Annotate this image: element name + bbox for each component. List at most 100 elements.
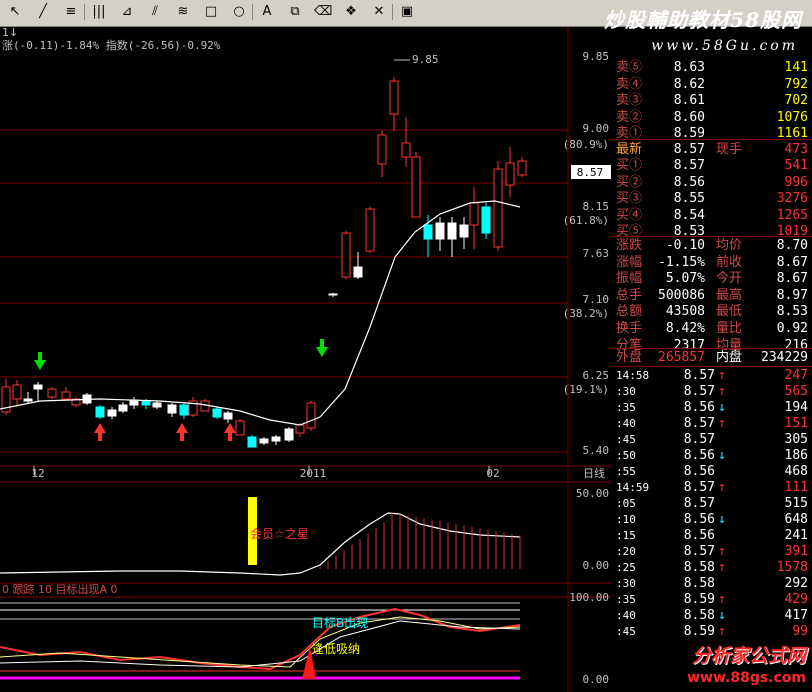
text-icon[interactable]: A — [258, 3, 276, 21]
toolbar-separator — [84, 4, 85, 20]
bid-label: 买④ — [616, 207, 643, 223]
tick-direction-icon: ↓ — [718, 608, 726, 623]
tick-time: :35 — [616, 593, 636, 606]
fan-icon[interactable]: ⊿ — [118, 3, 136, 21]
sub2-legend: 0 跟踪 10 目标出现A 0 — [2, 582, 118, 596]
stat-label: 涨幅 — [616, 254, 643, 270]
stat-label: 换手 — [616, 321, 643, 336]
price-tick-label: 9.85 — [583, 50, 610, 63]
price-tick-label: 9.00 — [583, 122, 610, 135]
tick-direction-icon: ↓ — [718, 400, 726, 415]
tick-direction-icon: ↑ — [718, 592, 726, 607]
panel-separator — [612, 366, 812, 367]
candle-body — [247, 436, 257, 448]
candle-body — [284, 428, 294, 441]
tick-time: :30 — [616, 385, 636, 398]
sub2-tick-label: 100.00 — [569, 591, 609, 604]
tick-row: :25 8.58 ↑ 1578 — [612, 560, 812, 576]
ellipse-icon[interactable]: ○ — [230, 3, 248, 21]
tick-time: :30 — [616, 577, 636, 590]
tick-price: 8.58 — [683, 576, 715, 591]
sub1-tick-label: 0.00 — [583, 559, 610, 572]
tick-price: 8.59 — [683, 624, 715, 639]
palette-icon[interactable]: ❖ — [342, 3, 360, 21]
brand-title: 炒股輔助教材58股网 — [604, 8, 802, 32]
candle-body — [118, 404, 128, 412]
ask-label: 卖⑤ — [616, 60, 643, 75]
candle-body — [141, 400, 151, 406]
candle-body — [295, 424, 305, 434]
tick-price: 8.57 — [683, 544, 715, 559]
bid-row: 买② 8.56 996 — [612, 175, 812, 191]
candle-body — [179, 404, 189, 416]
save-icon[interactable]: ▣ — [398, 3, 416, 21]
bid-volume: 1265 — [776, 207, 808, 223]
line-icon[interactable]: ╱ — [34, 3, 52, 21]
panel-separator — [612, 139, 812, 140]
tick-volume: 186 — [784, 448, 808, 463]
rect-icon[interactable]: □ — [202, 3, 220, 21]
candle-body — [493, 168, 503, 248]
hline-icon[interactable]: ≡ — [62, 3, 80, 21]
last-trade-row: 最新 8.57 现手 473 — [612, 142, 812, 158]
toolbar-separator — [392, 4, 393, 20]
tick-time: :55 — [616, 465, 636, 478]
panel-separator — [612, 348, 812, 349]
tick-volume: 648 — [784, 512, 808, 527]
candle-body — [469, 202, 479, 226]
candle-body — [167, 404, 177, 414]
stat-row: 涨幅 -1.15% 前收 8.67 — [612, 255, 812, 271]
copy-icon[interactable]: ⧉ — [286, 3, 304, 21]
stat-value: 8.67 — [776, 254, 808, 270]
stat-label: 今开 — [716, 271, 743, 287]
ask-price: 8.62 — [673, 76, 705, 92]
candle-body — [259, 438, 269, 444]
date-tick-label: 2011 — [300, 467, 327, 480]
ask-volume: 141 — [784, 60, 808, 75]
sub2-red-line — [0, 607, 521, 671]
tick-time: :25 — [616, 561, 636, 574]
tick-price: 8.57 — [683, 368, 715, 383]
change-readout: 涨(-0.11)-1.84% 指数(-26.56)-0.92% — [2, 38, 221, 52]
stat-label: 最高 — [716, 287, 743, 303]
fib-percent-label: (61.8%) — [563, 214, 609, 227]
cursor-icon[interactable]: ↖ — [6, 3, 24, 21]
tick-time: :40 — [616, 417, 636, 430]
candle-body — [411, 156, 421, 218]
stat-value: 500086 — [658, 287, 705, 303]
tick-direction-icon: ↑ — [718, 560, 726, 575]
candle-body — [401, 142, 411, 158]
tick-direction-icon: ↑ — [718, 544, 726, 559]
delete-icon[interactable]: ✕ — [370, 3, 388, 21]
parallel-icon[interactable]: ⫽ — [146, 3, 164, 21]
ask-label: 卖③ — [616, 93, 643, 109]
erase-icon[interactable]: ⌫ — [314, 3, 332, 21]
tick-row: :50 8.56 ↓ 186 — [612, 448, 812, 464]
channel-icon[interactable]: ≋ — [174, 3, 192, 21]
stat-value: -0.10 — [665, 238, 705, 253]
candle-body — [481, 206, 491, 234]
candle-body — [223, 412, 233, 420]
tick-volume: 241 — [784, 528, 808, 543]
candle-body — [23, 398, 33, 402]
chart-menu-mark: 1↓ — [2, 27, 18, 39]
stat-value: -1.15% — [658, 254, 705, 270]
last-price: 8.57 — [673, 142, 705, 157]
bid-row: 买③ 8.55 3276 — [612, 191, 812, 207]
kline-chart[interactable]: 涨(-0.11)-1.84% 指数(-26.56)-0.92%1↓ 9.85 9.0… — [0, 27, 612, 692]
bid-row: 买① 8.57 541 — [612, 158, 812, 174]
stat-value: 8.53 — [776, 304, 808, 320]
fib-percent-label: (38.2%) — [563, 307, 609, 320]
tick-volume: 111 — [784, 480, 808, 495]
vlines-icon[interactable]: ||| — [90, 3, 108, 21]
tick-time: :40 — [616, 609, 636, 622]
candle-body — [377, 134, 387, 165]
candle-body — [459, 224, 469, 238]
current-price-label: 8.57 — [577, 166, 604, 179]
ask-price: 8.60 — [673, 109, 705, 125]
tick-time: :45 — [616, 625, 636, 638]
outer-value: 265857 — [658, 350, 705, 365]
candle-body — [341, 232, 351, 278]
tick-price: 8.56 — [683, 528, 715, 543]
sell-signal-arrow — [176, 423, 188, 441]
